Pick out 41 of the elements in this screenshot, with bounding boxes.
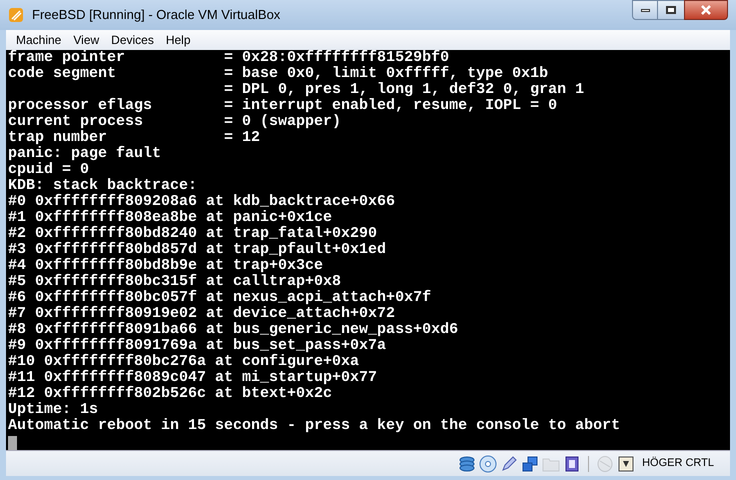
maximize-button[interactable] bbox=[658, 0, 684, 20]
console-line: #3 0xffffffff80bd857d at trap_pfault+0x1ed bbox=[8, 242, 386, 258]
menu-item[interactable]: Help bbox=[160, 31, 197, 49]
console-line: KDB: stack backtrace: bbox=[8, 178, 198, 194]
close-button[interactable] bbox=[684, 0, 728, 20]
close-icon bbox=[700, 5, 712, 15]
console-line: #12 0xffffffff802b526c at btext+0x2c bbox=[8, 386, 332, 402]
console-line: trap number = 12 bbox=[8, 130, 260, 146]
console-line: panic: page fault bbox=[8, 146, 162, 162]
console-line: #9 0xffffffff8091769a at bus_set_pass+0x7a bbox=[8, 338, 386, 354]
console-line: frame pointer = 0x28:0xffffffff81529bf0 bbox=[8, 50, 450, 66]
console-line: #2 0xffffffff80bd8240 at trap_fatal+0x290 bbox=[8, 226, 378, 242]
disc-icon[interactable] bbox=[479, 454, 498, 472]
hard-disk-icon[interactable] bbox=[458, 454, 476, 472]
console-line: #6 0xffffffff80bc057f at nexus_acpi_attach+0x7f bbox=[8, 290, 432, 306]
chip-icon[interactable] bbox=[563, 454, 582, 472]
console-line: current process = 0 (swapper) bbox=[8, 114, 342, 130]
menu-item[interactable]: Devices bbox=[105, 31, 160, 49]
console-line: Uptime: 1s bbox=[8, 402, 98, 418]
console-line: #7 0xffffffff80919e02 at device_attach+0x72 bbox=[8, 306, 396, 322]
down-arrow-key-icon[interactable] bbox=[617, 454, 636, 472]
console-line: #8 0xffffffff8091ba66 at bus_generic_new_pass+0xd6 bbox=[8, 322, 458, 338]
window-title: FreeBSD [Running] - Oracle VM VirtualBox bbox=[32, 6, 280, 24]
console-line: cpuid = 0 bbox=[8, 162, 90, 178]
console-line: = DPL 0, pres 1, long 1, def32 0, gran 1 bbox=[223, 82, 584, 98]
console-line: #5 0xffffffff80bc315f at calltrap+0x8 bbox=[8, 274, 342, 290]
console-line: #1 0xffffffff808ea8be at panic+0x1ce bbox=[8, 210, 332, 226]
console-line: Automatic reboot in 15 seconds - press a key on the console to abort bbox=[8, 418, 620, 434]
menu-item[interactable]: View bbox=[67, 31, 106, 49]
menu-item[interactable]: Machine bbox=[10, 31, 68, 49]
console-line: #0 0xffffffff809208a6 at kdb_backtrace+0x66 bbox=[8, 194, 396, 210]
app-logo-icon bbox=[8, 7, 24, 23]
minimize-button[interactable] bbox=[632, 0, 658, 20]
network-icon[interactable] bbox=[521, 454, 540, 472]
console-line: #10 0xffffffff80bc276a at configure+0xa bbox=[8, 354, 360, 370]
pen-icon[interactable] bbox=[500, 454, 518, 472]
host-key-label: HÖGER CRTL bbox=[642, 456, 714, 472]
console-line: processor eflags = interrupt enabled, resume, IOPL = 0 bbox=[8, 98, 558, 114]
console-line: #4 0xffffffff80bd8b9e at trap+0x3ce bbox=[8, 258, 324, 274]
console-line: #11 0xffffffff8089c047 at mi_startup+0x77 bbox=[8, 370, 378, 386]
console-line: code segment = base 0x0, limit 0xfffff, type 0x1b bbox=[8, 66, 548, 82]
